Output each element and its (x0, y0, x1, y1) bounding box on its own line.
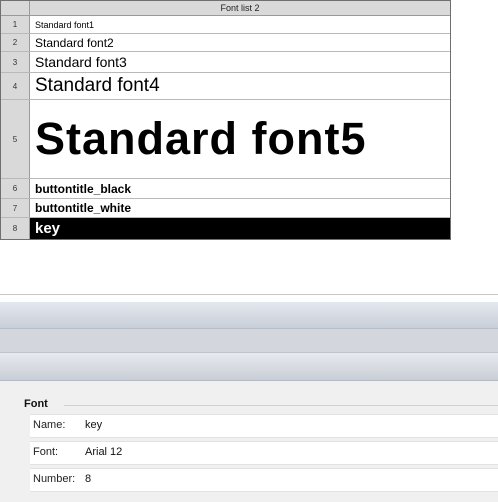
table-title: Font list 2 (220, 3, 260, 13)
font-name-cell[interactable]: Standard font1 (30, 16, 450, 33)
font-name-cell[interactable]: Standard font5 (30, 100, 450, 178)
toolbar-band (0, 302, 498, 329)
number-property-row[interactable]: Number: 8 (30, 468, 498, 492)
table-row[interactable]: 5 Standard font5 (1, 100, 450, 179)
table-row-selected[interactable]: 8 key (1, 218, 450, 239)
font-name-cell[interactable]: buttontitle_white (30, 199, 450, 217)
font-label: Font: (33, 446, 59, 458)
font-name-cell[interactable]: Standard font4 (30, 73, 450, 99)
font-name-cell[interactable]: key (30, 218, 450, 239)
group-title: Font (24, 398, 48, 410)
table-row[interactable]: 3 Standard font3 (1, 52, 450, 73)
table-row[interactable]: 7 buttontitle_white (1, 199, 450, 218)
font-name-cell[interactable]: Standard font2 (30, 34, 450, 51)
table-header: Font list 2 (1, 1, 450, 16)
font-name-cell[interactable]: Standard font3 (30, 52, 450, 72)
row-number: 1 (1, 16, 30, 33)
row-number: 6 (1, 179, 30, 198)
table-corner (1, 1, 30, 15)
row-number: 3 (1, 52, 30, 72)
table-row[interactable]: 2 Standard font2 (1, 34, 450, 52)
font-property-row[interactable]: Font: Arial 12 (30, 441, 498, 465)
font-name-cell[interactable]: buttontitle_black (30, 179, 450, 198)
row-number: 5 (1, 100, 30, 178)
name-property-row[interactable]: Name: key (30, 414, 498, 438)
font-list-table: Font list 2 1 Standard font1 2 Standard … (0, 0, 451, 240)
name-field[interactable]: key (85, 419, 102, 431)
row-number: 2 (1, 34, 30, 51)
toolbar-band (0, 353, 498, 381)
row-number: 8 (1, 218, 30, 239)
table-bottom-gap (0, 294, 498, 301)
table-row[interactable]: 1 Standard font1 (1, 16, 450, 34)
row-number: 4 (1, 73, 30, 99)
number-label: Number: (33, 473, 76, 485)
number-field[interactable]: 8 (85, 473, 91, 485)
table-row[interactable]: 4 Standard font4 (1, 73, 450, 100)
name-label: Name: (33, 419, 66, 431)
table-row[interactable]: 6 buttontitle_black (1, 179, 450, 199)
group-divider (64, 405, 498, 406)
toolbar-band (0, 329, 498, 353)
font-field[interactable]: Arial 12 (85, 446, 122, 458)
row-number: 7 (1, 199, 30, 217)
properties-panel: Font Name: key Font: Arial 12 Number: 8 (0, 381, 498, 502)
